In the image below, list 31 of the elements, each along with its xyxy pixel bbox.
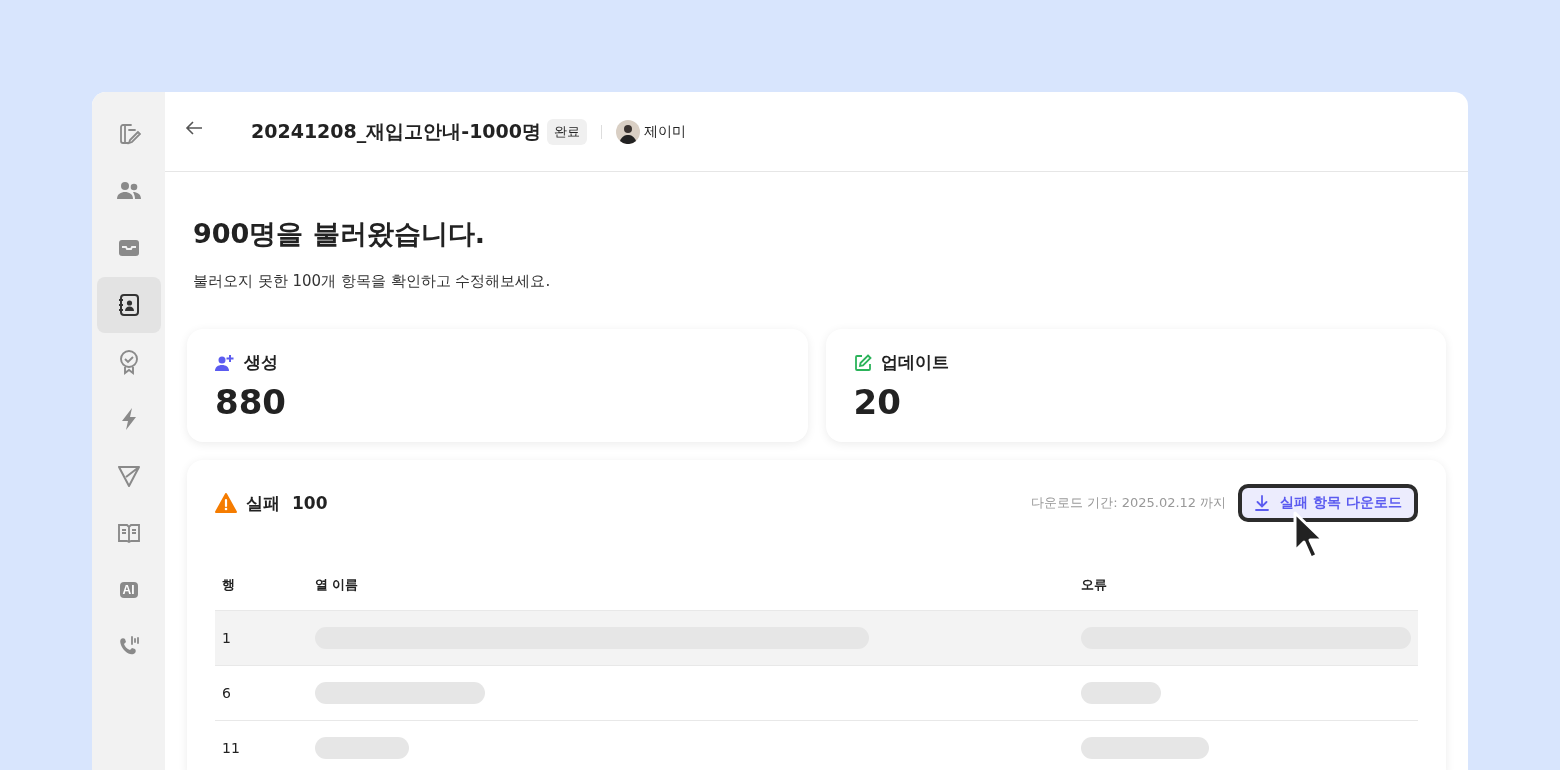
column-header: 열 이름 bbox=[307, 560, 1074, 611]
row-number: 6 bbox=[222, 685, 231, 701]
row-number: 1 bbox=[222, 630, 231, 646]
page-title: 20241208_재입고안내-1000명 bbox=[251, 118, 542, 145]
contact-book-icon bbox=[116, 293, 141, 317]
result-description: 불러오지 못한 100개 항목을 확인하고 수정해보세요. bbox=[193, 272, 552, 291]
open-book-icon bbox=[116, 521, 141, 545]
sidebar-item[interactable] bbox=[96, 277, 161, 333]
download-button[interactable]: 실패 항목 다운로드 bbox=[1238, 484, 1418, 522]
edit-icon bbox=[853, 353, 872, 372]
stat-value: 20 bbox=[853, 382, 902, 422]
row-number: 11 bbox=[222, 740, 240, 756]
failure-count: 100 bbox=[292, 493, 328, 513]
stat-label: 생성 bbox=[244, 351, 278, 374]
column-header: 행 bbox=[215, 560, 308, 611]
avatar-icon bbox=[616, 119, 641, 144]
result-heading: 900명을 불러왔습니다. bbox=[193, 217, 487, 251]
stat-label: 업데이트 bbox=[880, 351, 949, 374]
stat-value: 880 bbox=[215, 382, 287, 422]
download-icon bbox=[1254, 495, 1271, 511]
failure-label: 실패 bbox=[246, 491, 280, 515]
column-header: 오류 bbox=[1074, 560, 1418, 611]
download-deadline: 다운로드 기간: 2025.02.12 까지 bbox=[1031, 494, 1227, 512]
add-person-icon bbox=[215, 353, 235, 372]
table-row[interactable]: 11 bbox=[215, 720, 1418, 770]
ai-label: AI bbox=[119, 582, 138, 598]
user-name: 제이미 bbox=[644, 122, 687, 141]
send-icon bbox=[116, 464, 141, 488]
table-row[interactable]: 6 bbox=[215, 665, 1418, 721]
warning-icon bbox=[215, 493, 237, 513]
status-badge: 완료 bbox=[547, 118, 588, 145]
